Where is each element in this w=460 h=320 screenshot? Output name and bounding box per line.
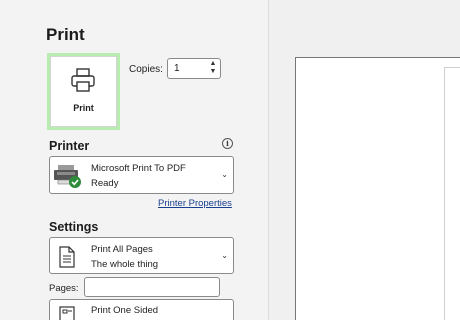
printer-icon: [71, 68, 95, 92]
spin-arrows-icon[interactable]: ▲ ▼: [209, 60, 217, 77]
one-sided-icon: [59, 306, 75, 320]
sides-select[interactable]: Print One Sided: [49, 299, 234, 320]
chevron-down-icon: ⌄: [221, 251, 228, 260]
panel-divider: [268, 0, 269, 320]
print-preview: [295, 57, 460, 320]
printer-heading: Printer: [49, 139, 90, 153]
pages-label: Pages:: [49, 283, 79, 294]
printer-name: Microsoft Print To PDF: [91, 163, 186, 174]
print-range-select[interactable]: Print All Pages The whole thing ⌄: [49, 237, 234, 274]
document-pages-icon: [59, 246, 75, 268]
pages-input[interactable]: [84, 277, 220, 297]
sides-value: Print One Sided: [91, 305, 159, 316]
settings-heading: Settings: [49, 220, 99, 234]
copies-value: 1: [174, 63, 180, 74]
copies-stepper[interactable]: 1 ▲ ▼: [167, 58, 221, 79]
print-button-label: Print: [73, 103, 94, 113]
print-button[interactable]: Print: [47, 53, 120, 130]
printer-status: Ready: [91, 178, 119, 189]
print-range-description: The whole thing: [91, 259, 159, 270]
info-icon[interactable]: i: [222, 138, 233, 149]
page-title: Print: [46, 25, 85, 44]
print-range-value: Print All Pages: [91, 244, 153, 255]
copies-label: Copies:: [129, 64, 163, 75]
printer-properties-link[interactable]: Printer Properties: [158, 198, 232, 209]
printer-select[interactable]: Microsoft Print To PDF Ready ⌄: [49, 156, 234, 194]
preview-page: [444, 67, 460, 320]
chevron-down-icon: ⌄: [221, 170, 228, 179]
printer-device-icon: [54, 165, 81, 188]
